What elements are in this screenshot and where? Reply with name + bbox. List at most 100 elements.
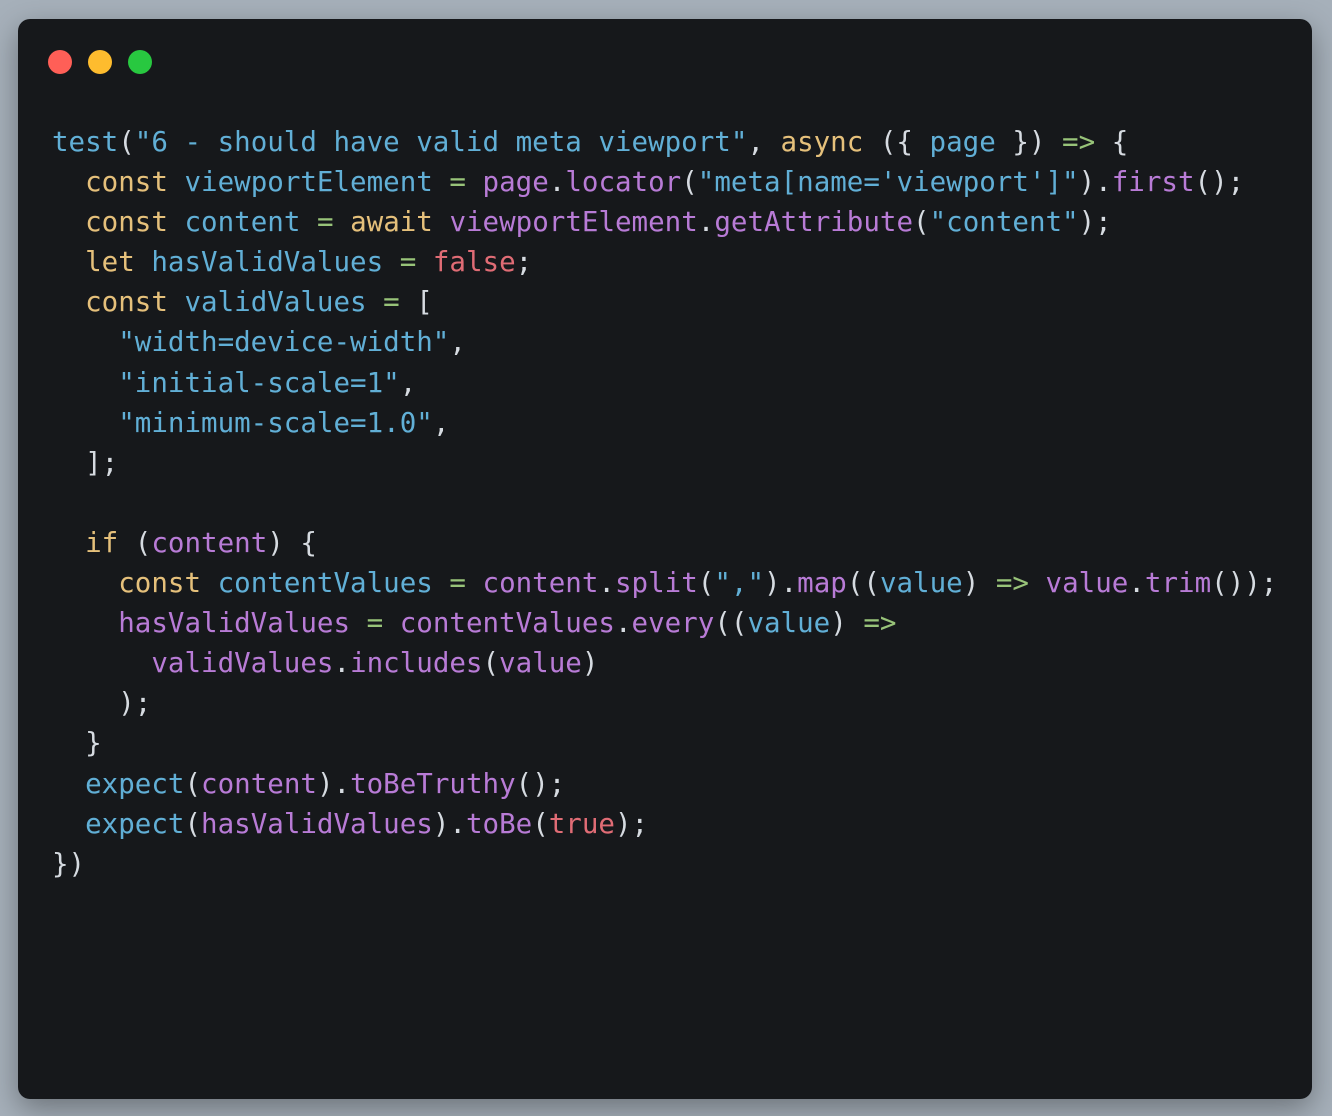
code-token: contentValues xyxy=(399,607,615,640)
code-line: expect(content).toBeTruthy(); xyxy=(52,764,1277,804)
code-token: viewportElement xyxy=(184,166,433,199)
code-token: "width=device-width" xyxy=(118,326,450,359)
code-token: toBeTruthy xyxy=(350,767,516,800)
code-token: validValues xyxy=(184,286,367,319)
code-token: ). xyxy=(1078,166,1112,199)
code-token: ]; xyxy=(52,446,119,479)
code-token: true xyxy=(548,807,615,840)
code-token: [ xyxy=(399,286,433,319)
code-token: (( xyxy=(846,567,880,600)
code-token: page xyxy=(482,166,549,199)
code-token: split xyxy=(614,567,698,600)
code-line: test("6 - should have valid meta viewpor… xyxy=(52,122,1277,162)
code-token: value xyxy=(499,647,582,680)
code-token: ({ xyxy=(863,126,930,158)
code-token: const xyxy=(85,286,168,319)
code-token: validValues xyxy=(151,647,334,680)
code-token: locator xyxy=(565,166,682,199)
code-token: toBe xyxy=(465,807,533,840)
code-token: ( xyxy=(532,807,549,840)
code-line: hasValidValues = contentValues.every((va… xyxy=(52,603,1277,643)
code-token: first xyxy=(1111,166,1195,199)
code-token: (); xyxy=(1194,166,1245,199)
code-token: every xyxy=(631,607,715,640)
code-token: "initial-scale=1" xyxy=(118,366,400,399)
code-token: value xyxy=(1045,567,1129,600)
code-token: = xyxy=(383,286,400,319)
close-dot-icon[interactable] xyxy=(48,50,72,74)
code-block: test ( "6 - should have valid meta viewpor… xyxy=(52,122,1277,884)
code-token: const xyxy=(85,166,168,199)
code-token: await xyxy=(350,206,433,239)
code-token: ) xyxy=(962,567,996,600)
code-token: ); xyxy=(1078,206,1112,239)
code-token: ) { xyxy=(267,526,317,559)
code-token: . xyxy=(1128,567,1145,600)
code-line: "minimum-scale=1.0", xyxy=(52,403,1277,443)
code-token: content xyxy=(184,206,301,239)
code-token: ( xyxy=(681,166,698,199)
code-line: const validValues = [ xyxy=(52,282,1277,322)
minimize-dot-icon[interactable] xyxy=(88,50,112,74)
code-token: "minimum-scale=1.0" xyxy=(118,406,433,439)
code-token: . xyxy=(598,567,615,600)
code-line: const viewportElement = page.locator("me… xyxy=(52,162,1277,202)
code-token: let xyxy=(85,246,135,279)
code-token: ( xyxy=(482,647,500,680)
code-token: includes xyxy=(350,647,483,680)
code-token: test xyxy=(52,126,119,158)
code-token: ( xyxy=(697,567,715,600)
code-token: ( xyxy=(913,206,930,239)
code-token: content xyxy=(201,767,317,800)
code-token: ); xyxy=(52,687,152,720)
code-token: ( xyxy=(118,526,152,559)
code-line: "width=device-width", xyxy=(52,322,1277,362)
code-line: ); xyxy=(52,683,1277,723)
code-token: ). xyxy=(764,567,798,600)
code-token: viewportElement xyxy=(449,206,698,239)
maximize-dot-icon[interactable] xyxy=(128,50,152,74)
code-token: , xyxy=(399,366,417,399)
code-token: "6 - should have valid meta viewport" xyxy=(134,126,748,158)
code-token: { xyxy=(1095,126,1129,158)
window-controls xyxy=(48,50,152,74)
code-token: ); xyxy=(614,807,649,840)
code-token: trim xyxy=(1144,567,1212,600)
code-token: hasValidValues xyxy=(201,807,433,840)
code-token: page xyxy=(929,126,996,158)
code-token: expect xyxy=(85,807,185,840)
code-token: = xyxy=(366,607,384,640)
code-token: content xyxy=(151,526,268,559)
code-token: = xyxy=(399,246,417,279)
code-line: }) xyxy=(52,844,1277,884)
code-token: ). xyxy=(432,807,466,840)
code-line: } xyxy=(52,723,1277,763)
code-line: const content = await viewportElement.ge… xyxy=(52,202,1277,242)
code-line: const contentValues = content.split(",")… xyxy=(52,563,1277,603)
code-token: ) xyxy=(830,607,864,640)
code-token: const xyxy=(118,567,202,600)
code-token: getAttribute xyxy=(714,206,914,239)
code-token: contentValues xyxy=(217,567,433,600)
code-token: , xyxy=(449,326,466,359)
